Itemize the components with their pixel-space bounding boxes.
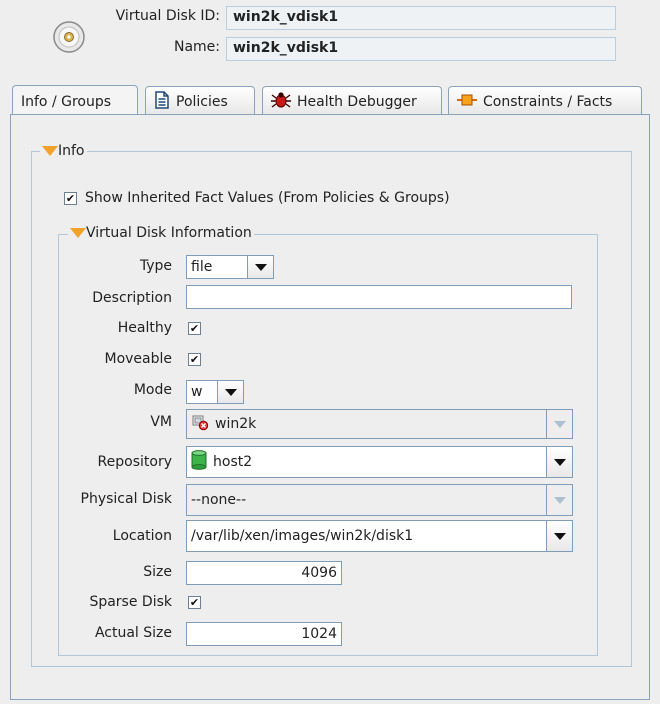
info-group-legend[interactable]: Info [40,143,87,159]
sparse-disk-checkbox[interactable]: ✔ [188,596,201,609]
tab-label: Health Debugger [297,93,417,110]
show-inherited-checkbox[interactable]: ✔ [64,191,77,205]
actual-size-label: Actual Size [94,625,172,641]
tab-health-debugger[interactable]: Health Debugger [262,86,442,116]
disc-icon [52,20,86,54]
type-value: file [191,259,213,275]
name-label: Name: [173,39,220,55]
repository-dropdown-button[interactable] [546,447,572,477]
physical-disk-dropdown-button [546,485,572,515]
chevron-down-icon [553,458,566,466]
chevron-down-icon [553,496,566,504]
vdisk-id-label: Virtual Disk ID: [115,8,220,24]
location-combo[interactable]: /var/lib/xen/images/win2k/disk1 [186,520,573,552]
description-label: Description [92,290,172,306]
repository-label: Repository [97,454,172,470]
tab-label: Policies [176,93,228,110]
constraint-icon [457,93,477,111]
show-inherited-label: Show Inherited Fact Values (From Policie… [85,190,450,206]
tab-policies[interactable]: Policies [145,86,255,116]
repository-icon [191,450,207,474]
chevron-down-icon [224,388,237,396]
bug-icon [271,91,291,113]
name-value: win2k_vdisk1 [226,37,616,61]
size-label: Size [143,564,172,580]
healthy-checkbox[interactable]: ✔ [188,322,201,335]
mode-label: Mode [133,382,172,398]
physical-disk-select[interactable]: --none-- [186,484,573,516]
vdisk-id-value: win2k_vdisk1 [226,6,616,30]
type-select[interactable]: file [186,255,274,279]
location-label: Location [112,528,172,544]
vm-select[interactable]: win2k [186,409,573,439]
vm-label: VM [150,414,172,430]
mode-value: w [191,384,203,400]
chevron-down-icon [553,532,566,540]
tab-label: Info / Groups [21,93,112,110]
type-dropdown-button[interactable] [247,256,273,278]
collapse-triangle-icon [42,146,58,156]
vm-error-icon [191,413,209,435]
chevron-down-icon [254,263,267,271]
moveable-checkbox[interactable]: ✔ [188,353,201,366]
info-group-title: Info [58,143,85,159]
collapse-triangle-icon [70,228,86,238]
repository-value: host2 [213,454,253,470]
healthy-label: Healthy [117,320,172,336]
document-icon [154,90,170,113]
description-field[interactable] [186,285,572,309]
mode-dropdown-button[interactable] [217,381,243,403]
vm-dropdown-button [546,410,572,438]
tab-label: Constraints / Facts [483,93,613,110]
physical-disk-value: --none-- [191,492,247,508]
vdisk-info-title: Virtual Disk Information [86,225,252,241]
sparse-disk-label: Sparse Disk [89,594,172,610]
location-dropdown-button[interactable] [546,521,572,551]
vm-value: win2k [215,416,257,432]
location-value[interactable]: /var/lib/xen/images/win2k/disk1 [187,528,546,544]
moveable-label: Moveable [104,351,172,367]
size-field[interactable]: 4096 [186,561,342,585]
repository-select[interactable]: host2 [186,446,573,478]
tab-constraints-facts[interactable]: Constraints / Facts [448,86,642,116]
actual-size-field[interactable]: 1024 [186,622,342,646]
physical-disk-label: Physical Disk [80,491,172,507]
mode-select[interactable]: w [186,380,244,404]
chevron-down-icon [553,420,566,428]
type-label: Type [139,258,172,274]
vdisk-info-legend[interactable]: Virtual Disk Information [68,225,254,241]
show-inherited-checkbox-row[interactable]: ✔ Show Inherited Fact Values (From Polic… [64,190,450,206]
tab-info-groups[interactable]: Info / Groups [12,85,138,117]
